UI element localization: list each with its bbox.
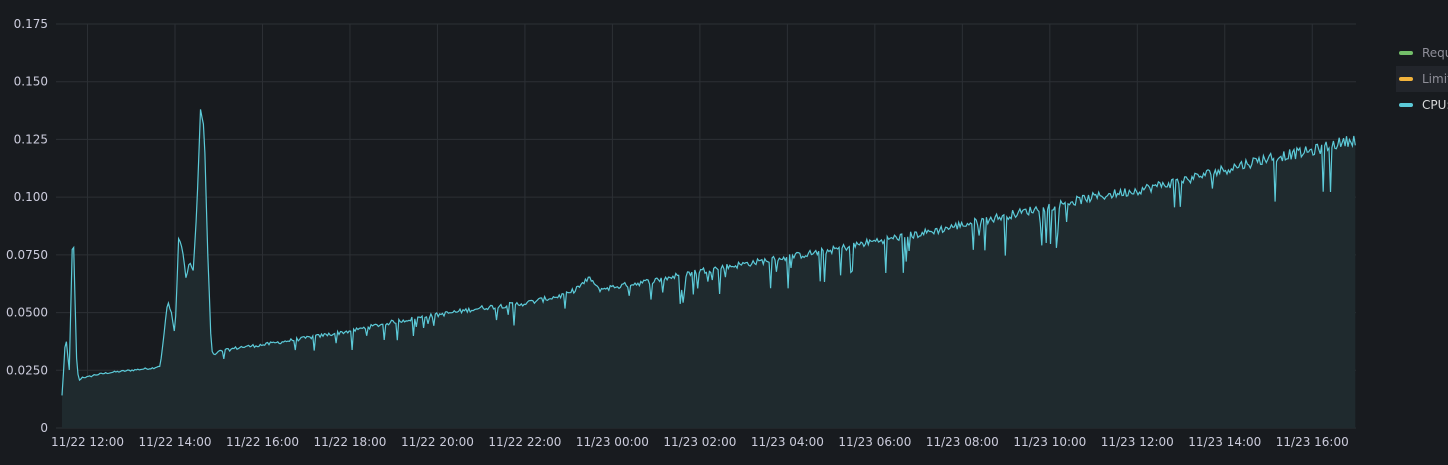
y-tick-label: 0.175 — [14, 17, 48, 31]
x-tick-label: 11/22 12:00 — [51, 435, 124, 449]
x-tick-label: 11/23 10:00 — [1013, 435, 1086, 449]
x-tick-label: 11/23 08:00 — [926, 435, 999, 449]
y-tick-label: 0.0750 — [6, 248, 48, 262]
legend-item-limits[interactable]: Limit — [1396, 66, 1448, 92]
y-tick-label: 0.100 — [14, 190, 48, 204]
series-area — [62, 109, 1356, 429]
chart-panel: 0 0.0250 0.0500 0.0750 0.100 0.125 0.150 0.175 … — [0, 0, 1448, 465]
limits-swatch-icon — [1399, 77, 1413, 81]
x-tick-label: 11/23 04:00 — [751, 435, 824, 449]
requests-swatch-icon — [1399, 51, 1413, 55]
x-tick-label: 11/23 00:00 — [576, 435, 649, 449]
y-tick-label: 0 — [40, 421, 48, 435]
x-tick-label: 11/23 14:00 — [1188, 435, 1261, 449]
y-tick-label: 0.0500 — [6, 306, 48, 320]
x-tick-label: 11/22 18:00 — [313, 435, 386, 449]
x-tick-label: 11/22 22:00 — [488, 435, 561, 449]
timeseries-chart[interactable]: 00.02500.05000.07500.1000.1250.1500.175 … — [0, 0, 1448, 465]
cpu-area-fill — [62, 109, 1356, 429]
x-tick-label: 11/23 02:00 — [663, 435, 736, 449]
legend-label-requests: Requ — [1422, 46, 1448, 60]
x-tick-label: 11/23 16:00 — [1276, 435, 1349, 449]
y-tick-label: 0.125 — [14, 132, 48, 146]
x-tick-label: 11/22 14:00 — [139, 435, 212, 449]
x-tick-label: 11/23 12:00 — [1101, 435, 1174, 449]
legend-item-cpu[interactable]: CPU: — [1396, 92, 1448, 118]
y-axis-ticks: 0 0.0250 0.0500 0.0750 0.100 0.125 0.150 0.175 — [6, 17, 48, 435]
y-tick-label: 0.150 — [14, 75, 48, 89]
legend-label-limits: Limit — [1422, 72, 1448, 86]
x-tick-label: 11/22 16:00 — [226, 435, 299, 449]
y-tick-label: 0.0250 — [6, 363, 48, 377]
cpu-swatch-icon — [1399, 103, 1413, 107]
x-tick-label: 11/23 06:00 — [838, 435, 911, 449]
x-axis-ticks: 11/22 12:00 11/22 14:00 11/22 16:00 11/22 1… — [51, 435, 1349, 449]
legend-item-requests[interactable]: Requ — [1396, 40, 1448, 66]
legend-label-cpu: CPU: — [1422, 98, 1448, 112]
x-tick-label: 11/22 20:00 — [401, 435, 474, 449]
legend: Requ Limit CPU: — [1396, 40, 1448, 118]
